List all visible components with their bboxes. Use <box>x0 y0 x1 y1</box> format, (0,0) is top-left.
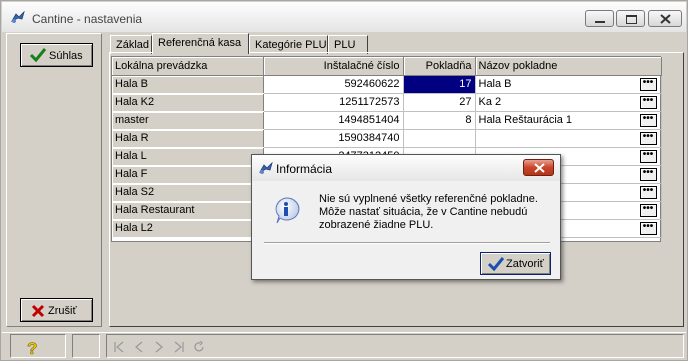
cell-register-name[interactable]: Hala B ••• <box>475 75 662 94</box>
help-cell[interactable]: ? <box>10 334 66 358</box>
table-row[interactable]: Hala B 592460622 17 Hala B ••• <box>112 75 662 94</box>
cell-register-text: 27 <box>459 96 472 108</box>
column-header-local-operation[interactable]: Lokálna prevádzka <box>112 57 264 76</box>
cell-local-operation-text: Hala Restaurant <box>115 204 195 216</box>
cell-local-operation[interactable]: Hala L2 <box>112 219 264 238</box>
dialog-title: Informácia <box>276 162 333 176</box>
close-window-button[interactable] <box>648 10 682 27</box>
ellipsis-button[interactable]: ••• <box>639 77 657 91</box>
prev-record-icon[interactable] <box>133 341 145 353</box>
cell-local-operation-text: Hala L <box>115 150 147 162</box>
button-panel <box>6 33 102 327</box>
cell-local-operation-text: Hala S2 <box>115 186 155 198</box>
cell-register-name[interactable]: Hala Reštaurácia 1 ••• <box>475 111 662 130</box>
svg-text:?: ? <box>27 339 37 357</box>
ok-button[interactable]: Súhlas <box>20 43 93 67</box>
dialog-title-bar: Informácia <box>252 155 560 181</box>
minimize-button[interactable] <box>585 10 614 27</box>
main-window: Cantine - nastavenia Súhlas Zrušiť Zákla… <box>0 0 688 361</box>
cell-register-text: 8 <box>465 114 472 126</box>
cell-register-name-text: Hala B <box>478 78 512 90</box>
dialog-close-confirm-label: Zatvoriť <box>506 258 544 270</box>
cell-local-operation-text: Hala R <box>115 132 149 144</box>
cell-local-operation-text: Hala K2 <box>115 96 155 108</box>
ellipsis-button[interactable]: ••• <box>639 203 657 217</box>
cell-register-name[interactable]: ••• <box>475 129 662 148</box>
minimize-icon <box>595 21 605 23</box>
info-dialog: Informácia Nie sú vyplnené všetky refere… <box>251 154 561 280</box>
window-title: Cantine - nastavenia <box>32 12 143 26</box>
ellipsis-button[interactable]: ••• <box>639 113 657 127</box>
cell-local-operation-text: Hala F <box>115 168 148 180</box>
x-icon <box>31 304 45 318</box>
table-row[interactable]: Hala R 1590384740 ••• <box>112 129 662 148</box>
first-record-icon[interactable] <box>113 341 125 353</box>
cell-install-number-text: 1251172573 <box>339 96 400 108</box>
table-row[interactable]: master 1494851404 8 Hala Reštaurácia 1 ••• <box>112 111 662 130</box>
cell-register[interactable]: 27 <box>403 93 476 112</box>
column-header-install-number[interactable]: Inštalačné číslo <box>263 57 404 76</box>
dialog-separator <box>264 242 550 244</box>
ellipsis-button[interactable]: ••• <box>639 167 657 181</box>
cell-local-operation[interactable]: Hala R <box>112 129 264 148</box>
column-header-register[interactable]: Pokladňa <box>403 57 476 76</box>
cancel-button[interactable]: Zrušiť <box>20 298 93 322</box>
status-bar: ? <box>2 332 686 359</box>
close-icon <box>534 163 545 173</box>
cancel-button-label: Zrušiť <box>48 305 77 317</box>
dialog-message: Nie sú vyplnené všetky referenčné poklad… <box>319 193 538 231</box>
last-record-icon[interactable] <box>173 341 185 353</box>
cell-local-operation[interactable]: Hala K2 <box>112 93 264 112</box>
dialog-close-button[interactable] <box>523 159 554 176</box>
cell-install-number-text: 1590384740 <box>338 132 400 144</box>
cell-register-text: 17 <box>459 78 472 90</box>
app-icon <box>258 162 273 174</box>
record-navigator <box>106 334 684 358</box>
info-icon <box>275 197 300 224</box>
cell-register[interactable]: 8 <box>403 111 476 130</box>
cell-install-number[interactable]: 1251172573 <box>263 93 404 112</box>
status-cell <box>72 334 100 358</box>
ellipsis-button[interactable]: ••• <box>639 221 657 235</box>
next-record-icon[interactable] <box>153 341 165 353</box>
help-icon: ? <box>27 339 38 357</box>
cell-install-number-text: 592460622 <box>344 78 400 90</box>
ellipsis-button[interactable]: ••• <box>639 95 657 109</box>
tab-referencna-kasa[interactable]: Referenčná kasa <box>152 33 249 54</box>
cell-register-name-text: Ka 2 <box>478 96 502 108</box>
app-icon <box>10 11 25 23</box>
cell-local-operation[interactable]: Hala F <box>112 165 264 184</box>
ok-button-label: Súhlas <box>49 50 83 62</box>
cell-local-operation[interactable]: Hala S2 <box>112 183 264 202</box>
ellipsis-button[interactable]: ••• <box>639 185 657 199</box>
cell-local-operation[interactable]: Hala Restaurant <box>112 201 264 220</box>
close-icon <box>660 14 671 24</box>
table-row[interactable]: Hala K2 1251172573 27 Ka 2 ••• <box>112 93 662 112</box>
refresh-icon[interactable] <box>193 341 205 353</box>
cell-local-operation[interactable]: Hala L <box>112 147 264 166</box>
maximize-icon <box>626 15 637 24</box>
cell-install-number-text: 1494851404 <box>338 114 400 126</box>
cell-local-operation[interactable]: Hala B <box>112 75 264 94</box>
cell-register[interactable] <box>403 129 476 148</box>
cell-local-operation-text: Hala B <box>115 78 149 90</box>
title-bar: Cantine - nastavenia <box>2 2 686 32</box>
cell-local-operation-text: master <box>115 114 149 126</box>
cell-local-operation[interactable]: master <box>112 111 264 130</box>
cell-install-number[interactable]: 1494851404 <box>263 111 404 130</box>
cell-register-name-text: Hala Reštaurácia 1 <box>478 114 573 126</box>
checkmark-icon <box>487 257 505 272</box>
cell-install-number[interactable]: 1590384740 <box>263 129 404 148</box>
ellipsis-button[interactable]: ••• <box>639 149 657 163</box>
dialog-close-confirm-button[interactable]: Zatvoriť <box>480 252 551 275</box>
cell-local-operation-text: Hala L2 <box>115 222 153 234</box>
checkmark-icon <box>29 48 47 63</box>
cell-register-name[interactable]: Ka 2 ••• <box>475 93 662 112</box>
column-header-register-name[interactable]: Názov pokladne <box>475 57 662 76</box>
maximize-button[interactable] <box>616 10 645 27</box>
cell-install-number[interactable]: 592460622 <box>263 75 404 94</box>
cell-register[interactable]: 17 <box>403 75 476 94</box>
ellipsis-button[interactable]: ••• <box>639 131 657 145</box>
